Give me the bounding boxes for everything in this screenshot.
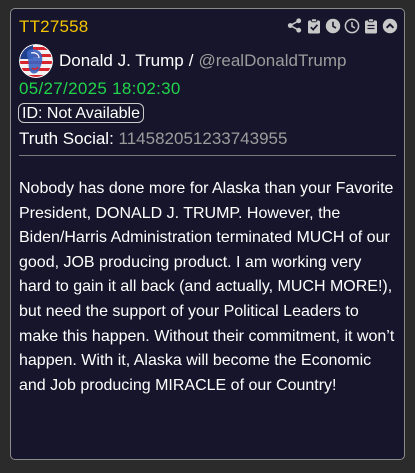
source-label: Truth Social: (19, 129, 114, 148)
clock-icon[interactable] (343, 17, 360, 34)
id-status-badge: ID: Not Available (18, 103, 144, 123)
clipboard-icon[interactable] (362, 17, 379, 34)
author-handle[interactable]: @realDonaldTrump (198, 51, 346, 71)
post-card: TT27558 Donald J. Trump / @realDonaldTru… (10, 8, 405, 460)
author-row: Donald J. Trump / @realDonaldTrump (19, 43, 346, 79)
chevron-up-circle-icon[interactable] (381, 17, 398, 34)
author-separator: / (188, 51, 194, 70)
share-icon[interactable] (286, 17, 303, 34)
post-timestamp[interactable]: 05/27/2025 18:02:30 (19, 79, 181, 99)
divider (19, 155, 396, 156)
author-name[interactable]: Donald J. Trump (59, 51, 184, 71)
post-body: Nobody has done more for Alaska than you… (19, 180, 395, 394)
post-toolbar (286, 17, 398, 34)
post-id[interactable]: TT27558 (19, 17, 88, 37)
source-id[interactable]: 114582051233743955 (119, 129, 288, 148)
clock-icon[interactable] (324, 17, 341, 34)
source-row: Truth Social: 114582051233743955 (19, 129, 287, 149)
clipboard-check-icon[interactable] (305, 17, 322, 34)
avatar[interactable] (19, 44, 53, 78)
